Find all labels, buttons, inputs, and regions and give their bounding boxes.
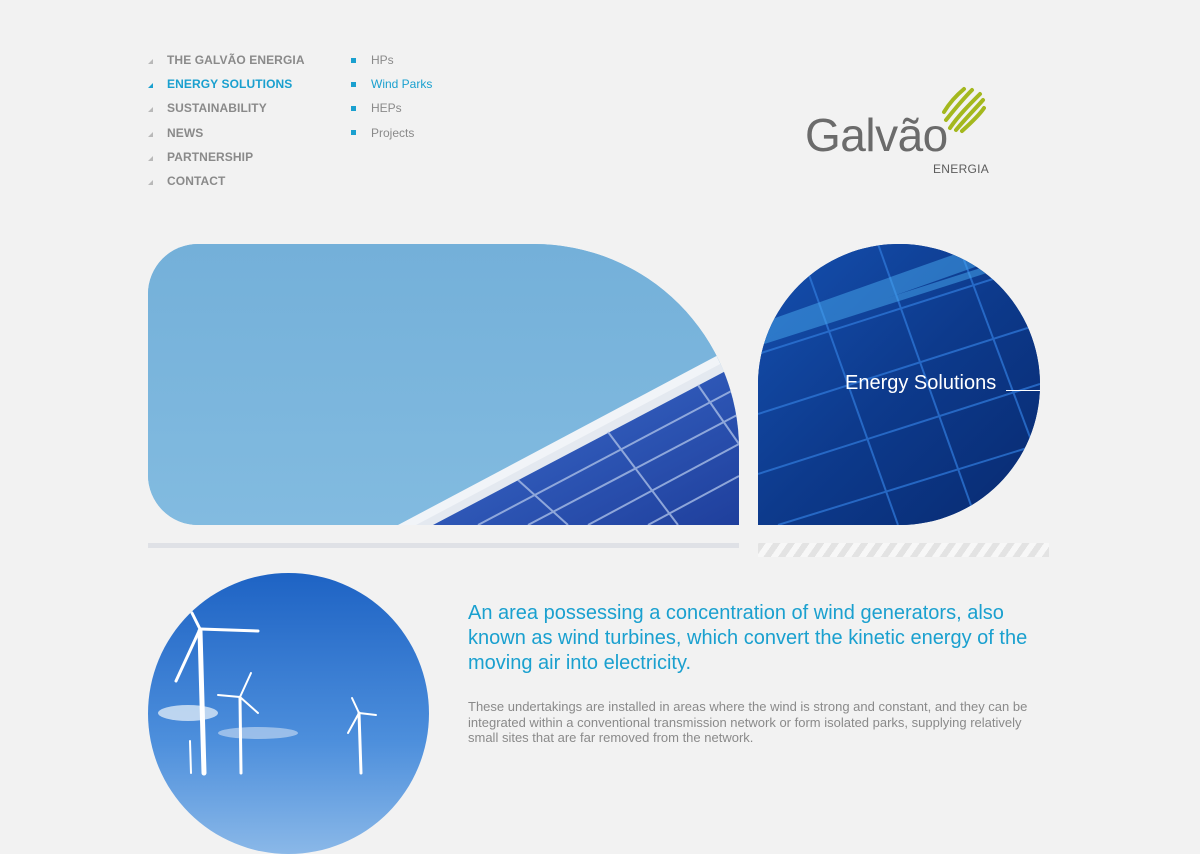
subnav-item-label: Wind Parks bbox=[371, 77, 433, 92]
main-navigation: THE GALVÃO ENERGIA ENERGY SOLUTIONS SUST… bbox=[148, 48, 305, 193]
square-bullet-icon bbox=[351, 130, 356, 136]
nav-item-label: NEWS bbox=[167, 125, 204, 140]
nav-item-news[interactable]: NEWS bbox=[148, 121, 305, 145]
logo-subtitle: ENERGIA bbox=[933, 162, 990, 176]
subnav-item-heps[interactable]: HEPs bbox=[351, 96, 432, 120]
triangle-bullet-icon bbox=[148, 131, 153, 137]
wind-parks-body-text: These undertakings are installed in area… bbox=[468, 699, 1028, 745]
nav-item-label: THE GALVÃO ENERGIA bbox=[167, 53, 305, 68]
nav-item-label: PARTNERSHIP bbox=[167, 149, 254, 164]
nav-item-sustainability[interactable]: SUSTAINABILITY bbox=[148, 96, 305, 120]
nav-item-the-galvao-energia[interactable]: THE GALVÃO ENERGIA bbox=[148, 48, 305, 72]
square-bullet-icon bbox=[351, 57, 356, 63]
subnav-item-label: Projects bbox=[371, 125, 415, 140]
hero-underline-bar bbox=[148, 543, 739, 548]
hero-title: Energy Solutions bbox=[845, 372, 997, 394]
nav-item-contact[interactable]: CONTACT bbox=[148, 169, 305, 193]
square-bullet-icon bbox=[351, 81, 356, 87]
square-bullet-icon bbox=[351, 105, 356, 111]
subnav-item-label: HPs bbox=[371, 53, 394, 68]
nav-item-label: ENERGY SOLUTIONS bbox=[167, 77, 293, 92]
subnav-item-wind-parks[interactable]: Wind Parks bbox=[351, 72, 432, 96]
hero-striped-bar bbox=[758, 543, 1049, 557]
nav-item-label: SUSTAINABILITY bbox=[167, 101, 267, 116]
hero-solar-panel-image bbox=[148, 244, 739, 525]
triangle-bullet-icon bbox=[148, 107, 153, 113]
logo-wordmark: Galvão bbox=[805, 109, 948, 161]
galvao-energia-logo[interactable]: Galvão ENERGIA bbox=[800, 84, 1000, 184]
triangle-bullet-icon bbox=[148, 83, 153, 89]
wind-parks-lead-text: An area possessing a concentration of wi… bbox=[468, 602, 1028, 674]
triangle-bullet-icon bbox=[148, 155, 153, 161]
triangle-bullet-icon bbox=[148, 59, 153, 65]
nav-item-label: CONTACT bbox=[167, 174, 226, 189]
subnav-item-label: HEPs bbox=[371, 101, 402, 116]
subnav-item-projects[interactable]: Projects bbox=[351, 121, 432, 145]
nav-item-partnership[interactable]: PARTNERSHIP bbox=[148, 145, 305, 169]
triangle-bullet-icon bbox=[148, 180, 153, 186]
hero-title-rule bbox=[1006, 390, 1040, 391]
sub-navigation: HPs Wind Parks HEPs Projects bbox=[351, 48, 432, 145]
nav-item-energy-solutions[interactable]: ENERGY SOLUTIONS bbox=[148, 72, 305, 96]
subnav-item-hps[interactable]: HPs bbox=[351, 48, 432, 72]
wind-turbines-image bbox=[148, 573, 429, 854]
